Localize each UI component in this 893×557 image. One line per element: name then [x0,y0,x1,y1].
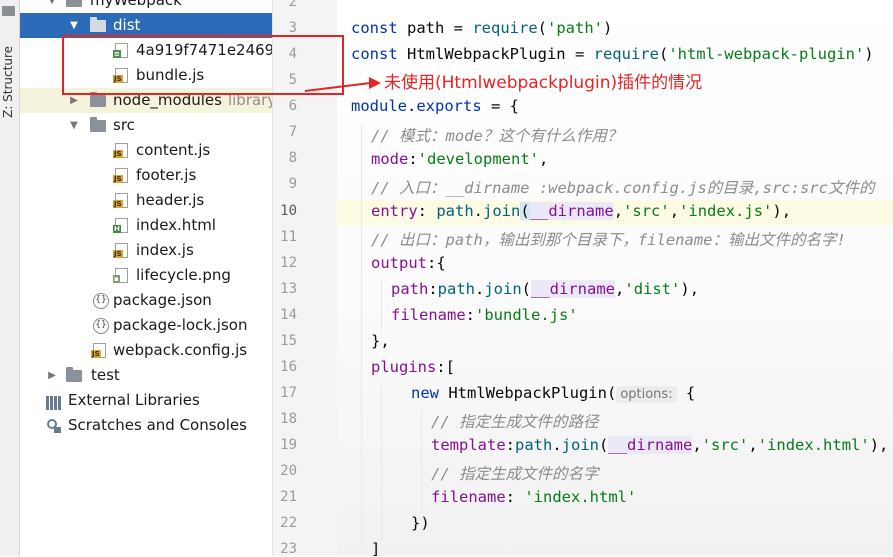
indent-guide [381,280,382,332]
project-folder-icon[interactable] [2,6,15,16]
folder-icon [66,0,82,7]
tree-item-mywebpack[interactable]: ▼ myWebpack [20,0,272,13]
line-number: 16 [280,359,297,375]
line-number: 13 [280,281,297,297]
code-line-16: plugins:[ [371,358,455,376]
folder-icon [90,92,106,107]
code-line-11: // 出口：path，输出到那个目录下，filename：输出文件的名字! [371,231,846,249]
code-line-15: }, [371,332,390,350]
folder-icon [90,117,106,132]
line-number: 9 [288,176,297,192]
collapse-arrow-icon[interactable]: ▼ [68,113,80,138]
line-number: 14 [280,307,297,323]
json-file-icon: {} [93,293,109,309]
line-number: 8 [288,150,297,166]
json-file-icon: {} [93,318,109,334]
html-file-icon: H [113,218,128,233]
code-line-3: const path = require('path') [351,19,613,37]
tree-item-header-js[interactable]: JS header.js [20,188,272,213]
tree-item-scratches[interactable]: Scratches and Consoles [20,413,272,438]
tree-item-footer-js[interactable]: JS footer.js [20,163,272,188]
code-line-19: template:path.join(__dirname,'src','inde… [431,436,889,454]
code-line-7: // 模式：mode？这个有什么作用？ [371,127,623,145]
line-number: 2 [288,0,297,10]
folder-icon [66,367,82,382]
tree-item-index-js[interactable]: JS index.js [20,238,272,263]
js-file-icon: JS [91,343,106,358]
code-line-6: module.exports = { [351,97,519,115]
code-line-12: output:{ [371,254,446,272]
line-number: 11 [280,229,297,245]
structure-tool-tab[interactable]: Z: Structure [1,46,17,118]
code-line-9: // 入口：__dirname :webpack.config.js的目录,sr… [371,179,875,197]
annotation-text: 未使用(Htmlwebpackplugin)插件的情况 [384,73,703,93]
code-line-22: }) [411,514,430,532]
line-number: 15 [280,333,297,349]
js-file-icon: JS [113,143,128,158]
parameter-hint: options: [616,386,677,403]
tree-item-package-json[interactable]: {} package.json [20,288,272,313]
code-line-14: filename:'bundle.js' [391,306,578,324]
code-line-20: // 指定生成文件的名字 [431,465,599,483]
code-line-10: entry: path.join(__dirname,'src','index.… [371,202,792,220]
tool-window-strip: Z: Structure [0,0,20,556]
tree-item-package-lock-json[interactable]: {} package-lock.json [20,313,272,338]
indent-guide [361,124,362,544]
code-line-21: filename: 'index.html' [431,488,637,506]
js-file-icon: JS [113,168,128,183]
tree-item-content-js[interactable]: JS content.js [20,138,272,163]
code-line-18: // 指定生成文件的路径 [431,413,599,431]
tree-item-external-libraries[interactable]: External Libraries [20,388,272,413]
line-number: 23 [280,541,297,557]
line-number: 20 [280,463,297,479]
line-number: 17 [280,385,297,401]
scratches-icon [47,419,61,433]
collapse-arrow-icon[interactable]: ▼ [46,0,58,13]
library-icon [46,393,63,410]
code-line-23: ] [371,540,381,556]
tree-item-webpack-config[interactable]: JS webpack.config.js [20,338,272,363]
tree-item-test[interactable]: ▶ test [20,363,272,388]
tree-item-src[interactable]: ▼ src [20,113,272,138]
current-line-number: 10 [280,203,297,219]
line-number: 6 [288,98,297,114]
expand-arrow-icon[interactable]: ▶ [46,363,58,388]
indent-guide [421,410,422,514]
line-number: 19 [280,437,297,453]
line-number: 3 [288,20,297,36]
line-number: 18 [280,411,297,427]
line-number: 21 [280,489,297,505]
annotation-highlight-box [62,35,344,95]
tree-item-lifecycle-png[interactable]: ▪ lifecycle.png [20,263,272,288]
js-file-icon: JS [113,193,128,208]
code-line-4: const HtmlWebpackPlugin = require('html-… [351,45,874,63]
indent-guide [381,384,382,540]
code-line-8: mode:'development', [371,150,549,168]
line-number: 22 [280,515,297,531]
code-line-13: path:path.join(__dirname,'dist'), [391,280,700,298]
annotation-arrowhead-icon [369,77,381,89]
folder-icon [90,17,106,32]
annotation-arrow-line [304,81,375,92]
tree-item-index-html[interactable]: H index.html [20,213,272,238]
code-line-17: new HtmlWebpackPlugin(options: { [411,384,696,403]
image-file-icon: ▪ [113,268,128,283]
line-number: 12 [280,255,297,271]
js-file-icon: JS [113,243,128,258]
annotation-callout: 未使用(Htmlwebpackplugin)插件的情况 [304,68,765,96]
line-number: 7 [288,124,297,140]
